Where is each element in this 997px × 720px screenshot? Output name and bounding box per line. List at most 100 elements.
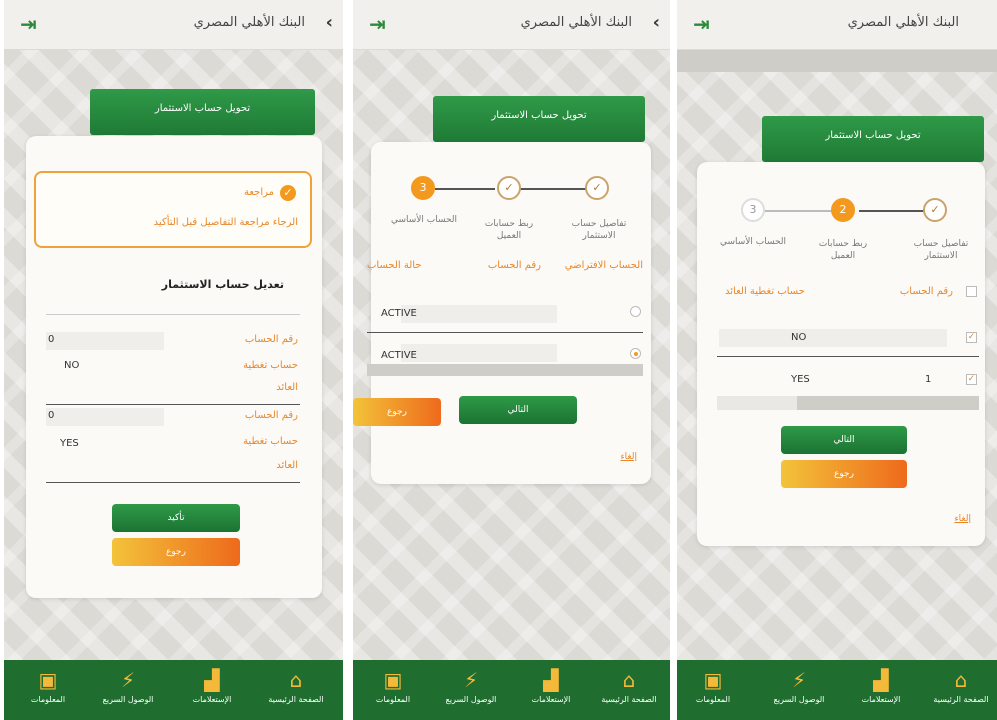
lightning-icon: ⚡	[120, 668, 136, 692]
coverage-value: YES	[791, 374, 810, 385]
scrollbar[interactable]	[367, 364, 643, 376]
bottom-nav: ▣ المعلومات ⚡ الوصول السريع ▟ الإستعلامات ⌂…	[353, 660, 670, 720]
nav-label: المعلومات	[695, 695, 731, 704]
step-label: الحساب الأساسي	[390, 215, 458, 225]
scrollbar[interactable]	[717, 396, 979, 410]
step-1-check-icon: ✓	[923, 198, 947, 222]
check-circle-icon: ✓	[280, 185, 296, 201]
step-connector	[519, 188, 587, 190]
nav-label: المعلومات	[30, 695, 66, 704]
review-box: ✓ مراجعة الرجاء مراجعة التفاصيل قبل التأ…	[34, 171, 312, 248]
nav-home[interactable]: ⌂ الصفحة الرئيسية	[260, 668, 332, 704]
review-card: ✓ مراجعة الرجاء مراجعة التفاصيل قبل التأ…	[26, 136, 322, 598]
step-connector	[763, 210, 835, 212]
info-box-icon: ▣	[703, 668, 723, 692]
nav-label: الوصول السريع	[102, 695, 154, 704]
row-divider	[367, 332, 643, 333]
nav-inquiries[interactable]: ▟ الإستعلامات	[176, 668, 248, 704]
chart-bars-icon: ▟	[204, 668, 220, 692]
nav-info[interactable]: ▣ المعلومات	[677, 668, 749, 704]
scrollbar-track-left	[717, 396, 797, 410]
top-bar: ⇥ البنك الأهلي المصري	[677, 0, 997, 50]
account-value: 0	[48, 334, 55, 345]
status-value: ACTIVE	[381, 350, 417, 361]
nav-info[interactable]: ▣ المعلومات	[357, 668, 429, 704]
review-text: الرجاء مراجعة التفاصيل قبل التأكيد	[153, 217, 298, 228]
status-value: ACTIVE	[381, 308, 417, 319]
back-button[interactable]: رجوع	[112, 538, 240, 566]
wizard-card: 3 ✓ ✓ الحساب الأساسي ربط حسابات العميل ت…	[353, 142, 651, 484]
coverage-label-2: العائد	[276, 460, 298, 471]
step-label: تفاصيل حساب الاستثمار	[571, 219, 627, 241]
chart-bars-icon: ▟	[873, 668, 889, 692]
cancel-link[interactable]: إلغاء	[620, 452, 637, 462]
row-checkbox[interactable]: ✓	[966, 332, 977, 343]
row-checkbox[interactable]: ✓	[966, 374, 977, 385]
account-label: رقم الحساب	[244, 334, 298, 345]
home-icon: ⌂	[289, 668, 303, 692]
step-label: تفاصيل حساب الاستثمار	[913, 239, 969, 261]
nav-quick-access[interactable]: ⚡ الوصول السريع	[763, 668, 835, 704]
nav-info[interactable]: ▣ المعلومات	[12, 668, 84, 704]
step-2: 2	[831, 198, 855, 222]
tab-header: تحويل حساب الاستثمار	[90, 89, 315, 135]
account-value: 0	[48, 410, 55, 421]
step-label: ربط حسابات العميل	[484, 219, 534, 241]
status-field	[401, 344, 557, 362]
tab-header: تحويل حساب الاستثمار	[762, 116, 984, 162]
step-1-check-icon: ✓	[585, 176, 609, 200]
next-button[interactable]: التالي	[781, 426, 907, 454]
step-connector	[859, 210, 927, 212]
nav-label: المعلومات	[375, 695, 411, 704]
account-value: 1	[925, 374, 932, 385]
screen-primary-account: ⇥ البنك الأهلي المصري ‹ تحويل حساب الاست…	[353, 0, 670, 720]
nav-inquiries[interactable]: ▟ الإستعلامات	[845, 668, 917, 704]
column-header: الحساب الافتراضي	[564, 260, 643, 271]
coverage-field	[719, 329, 947, 347]
account-field	[46, 408, 164, 426]
chevron-left-icon[interactable]: ‹	[326, 12, 333, 33]
nav-home[interactable]: ⌂ الصفحة الرئيسية	[593, 668, 665, 704]
logout-icon[interactable]: ⇥	[693, 12, 710, 36]
nav-home[interactable]: ⌂ الصفحة الرئيسية	[925, 668, 997, 704]
nav-label: الوصول السريع	[445, 695, 497, 704]
default-radio[interactable]	[630, 306, 641, 317]
status-field	[401, 305, 557, 323]
step-3: 3	[411, 176, 435, 200]
chevron-left-icon[interactable]: ‹	[653, 12, 660, 33]
logout-icon[interactable]: ⇥	[369, 12, 386, 36]
nav-label: الإستعلامات	[531, 695, 571, 704]
top-bar: ⇥ البنك الأهلي المصري ‹	[353, 0, 670, 50]
column-header: حالة الحساب	[367, 260, 422, 271]
nav-label: الصفحة الرئيسية	[268, 695, 324, 704]
top-bar: ⇥ البنك الأهلي المصري ‹	[4, 0, 343, 50]
step-label: الحساب الأساسي	[719, 237, 787, 247]
select-all-checkbox[interactable]	[966, 286, 977, 297]
back-button[interactable]: رجوع	[353, 398, 441, 426]
nav-label: الإستعلامات	[861, 695, 901, 704]
lightning-icon: ⚡	[463, 668, 479, 692]
chart-bars-icon: ▟	[543, 668, 559, 692]
bottom-nav: ▣ المعلومات ⚡ الوصول السريع ▟ الإستعلامات ⌂…	[677, 660, 997, 720]
row-divider	[46, 482, 300, 483]
header-band	[677, 50, 997, 72]
app-title: البنك الأهلي المصري	[520, 15, 632, 30]
confirm-button[interactable]: تأكيد	[112, 504, 240, 532]
default-radio-selected[interactable]	[630, 348, 641, 359]
lightning-icon: ⚡	[791, 668, 807, 692]
next-button[interactable]: التالي	[459, 396, 577, 424]
nav-inquiries[interactable]: ▟ الإستعلامات	[515, 668, 587, 704]
step-3: 3	[741, 198, 765, 222]
info-box-icon: ▣	[383, 668, 403, 692]
wizard-card: 3 2 ✓ الحساب الأساسي ربط حسابات العميل ت…	[697, 162, 985, 546]
review-title: مراجعة	[243, 187, 274, 198]
back-button[interactable]: رجوع	[781, 460, 907, 488]
logout-icon[interactable]: ⇥	[20, 12, 37, 36]
coverage-label: حساب تغطية	[243, 436, 298, 447]
nav-quick-access[interactable]: ⚡ الوصول السريع	[435, 668, 507, 704]
step-label: ربط حسابات العميل	[818, 239, 868, 261]
coverage-value: NO	[791, 332, 807, 343]
nav-quick-access[interactable]: ⚡ الوصول السريع	[92, 668, 164, 704]
bottom-nav: ▣ المعلومات ⚡ الوصول السريع ▟ الإستعلامات ⌂…	[4, 660, 343, 720]
cancel-link[interactable]: إلغاء	[954, 514, 971, 524]
